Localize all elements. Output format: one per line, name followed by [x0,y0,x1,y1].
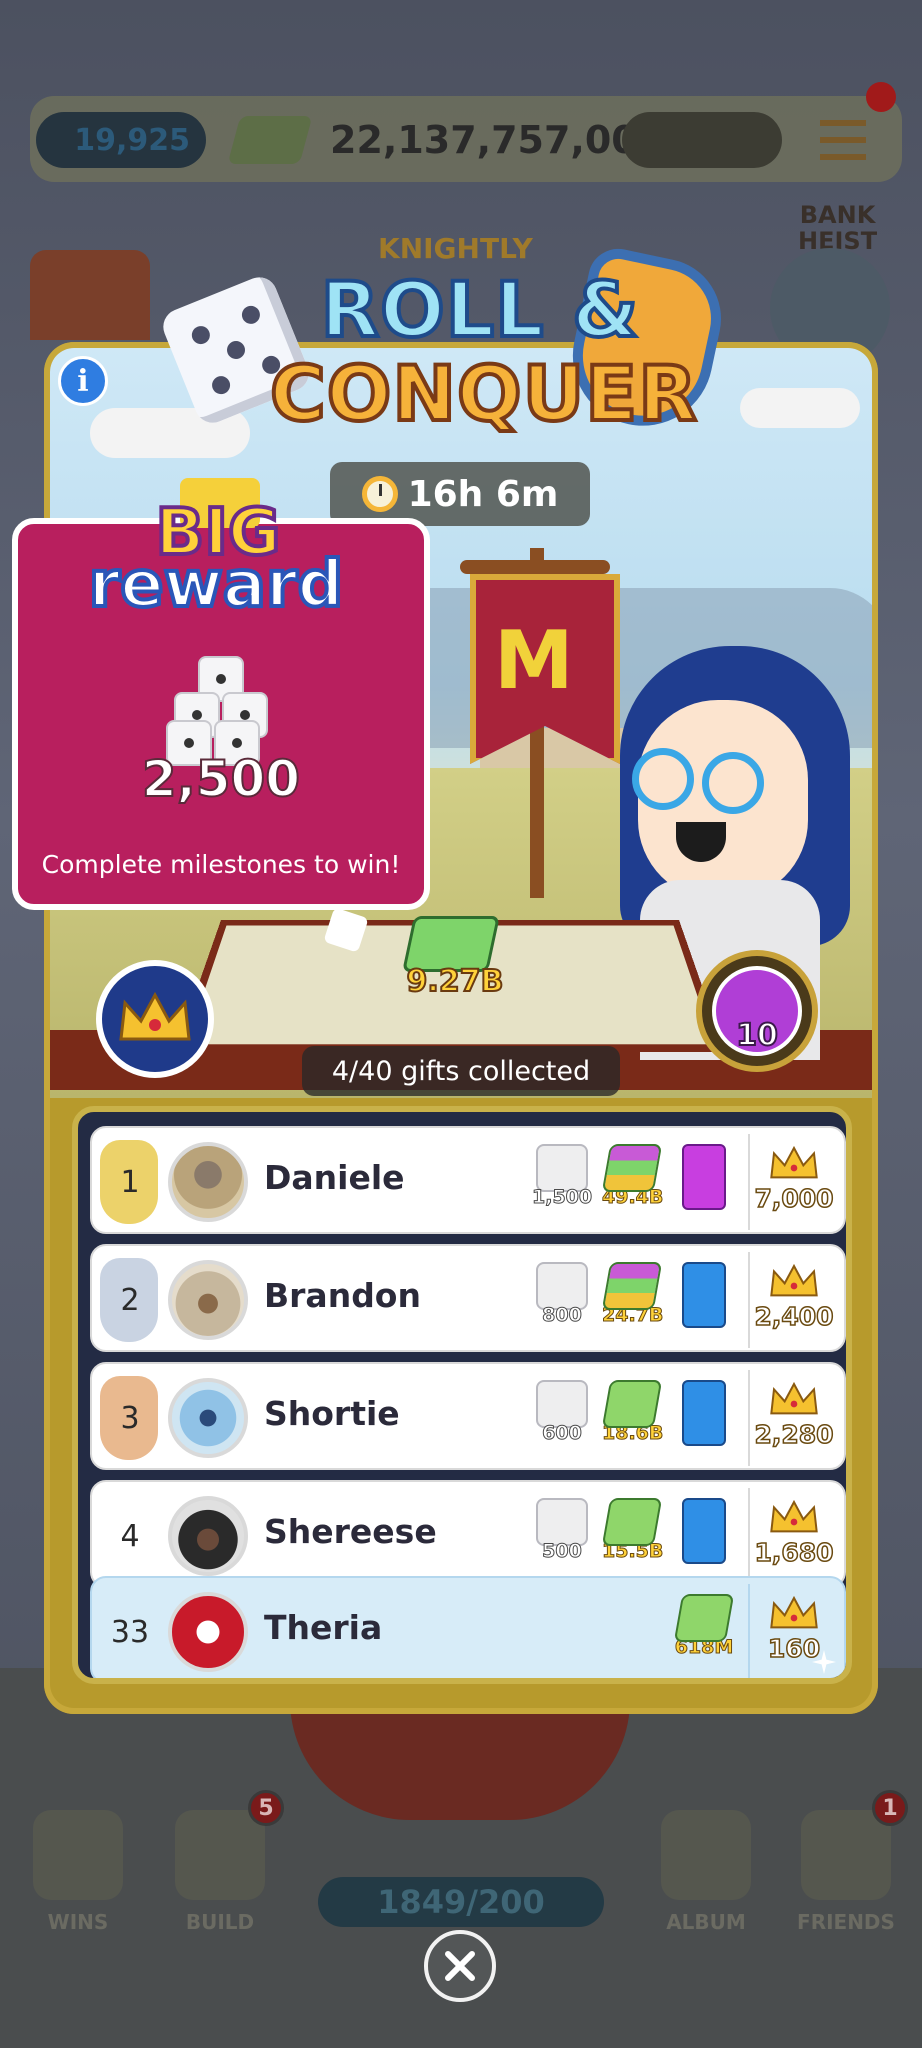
sticker-pack-icon [682,1498,726,1564]
menu-icon [820,120,866,160]
big-reward-amount: 2,500 [141,749,301,809]
table-cash-value: 9.27B [406,963,505,1000]
cash-prize: 24.7B [601,1262,664,1338]
player-name: Daniele [264,1158,405,1197]
cloud [740,388,860,428]
leaderboard[interactable]: 1 Daniele 1,500 49.4B 7,000 2 Brandon 80… [72,1106,852,1684]
avatar [168,1260,248,1340]
dice-prize: 1,500 [532,1144,593,1220]
cash-icon [227,116,313,164]
dice-counter: 19,925 [36,112,206,168]
crown-icon [770,1145,818,1179]
leaderboard-row-me[interactable]: 33 Theria 618M 160 [90,1576,846,1678]
event-title: ROLL & CONQUER [268,265,699,438]
nav-wins: WINS [8,1790,148,1934]
sticker-pack-prize [674,1498,734,1574]
sticker-pack-prize [674,1262,734,1338]
nav-album: ALBUM [636,1790,776,1934]
timer-icon [361,476,398,512]
sticker-pack-icon [682,1144,726,1210]
dice-icon [536,1380,588,1428]
glasses-left [632,748,694,810]
knightly-label: KNIGHTLY [378,232,533,265]
monopoly-m-icon: M [494,614,574,707]
shop-icon [30,250,150,340]
friends-badge: 1 [872,1790,908,1826]
crown-icon [770,1499,818,1533]
timer-text: 16h 6m [407,473,559,515]
build-icon [175,1810,265,1900]
rank: 1 [120,1164,140,1200]
crown-icon [770,1595,818,1629]
player-name: Brandon [264,1276,421,1315]
dice-prize: 600 [532,1380,592,1456]
sticker-pack-icon [682,1380,726,1446]
leaderboard-row[interactable]: 3 Shortie 600 18.6B 2,280 [90,1362,846,1470]
sticker-pack-prize [674,1380,734,1456]
sticker-pack-prize [674,1144,734,1220]
crown-score: 7,000 [748,1134,838,1230]
crown-score: 1,680 [748,1488,838,1584]
cash-balance: 22,137,757,000 [330,118,665,162]
cash-icon [673,1594,735,1642]
leaderboard-row[interactable]: 1 Daniele 1,500 49.4B 7,000 [90,1126,846,1234]
crown-icon [770,1381,818,1415]
cash-icon [601,1498,663,1546]
cash-prize: 49.4B [601,1144,664,1220]
player-name: Shereese [264,1512,437,1551]
dice-icon [536,1144,588,1192]
rank: 33 [110,1614,150,1650]
rank: 2 [120,1282,140,1318]
big-reward-badge: BIG reward [87,478,346,628]
sticker-count: 10 [735,1017,779,1054]
event-timer: 16h 6m [330,462,590,526]
info-icon[interactable]: i [58,356,108,406]
album-icon [661,1810,751,1900]
crown-score: 2,280 [748,1370,838,1466]
sticker-badge[interactable] [696,950,818,1072]
crown-badge[interactable] [96,960,214,1078]
dice-prize: 800 [532,1262,592,1338]
cash-icon [601,1380,663,1428]
leaderboard-row[interactable]: 2 Brandon 800 24.7B 2,400 [90,1244,846,1352]
rank: 4 [120,1518,140,1554]
bank-heist-label: BANK HEIST [798,201,878,255]
gifts-collected: 4/40 gifts collected [302,1046,620,1096]
glasses-right [702,752,764,814]
dice-icon [536,1262,588,1310]
close-icon [445,1951,475,1981]
big-reward-subtitle: reward [87,548,346,622]
crown-score: 2,400 [748,1252,838,1348]
avatar [168,1592,248,1672]
cash-icon [601,1262,663,1310]
cash-prize: 618M [673,1594,735,1670]
sticker-pack-icon [682,1262,726,1328]
title-line1: ROLL & [319,265,641,354]
notification-dot [866,82,896,112]
dice-prize: 500 [532,1498,592,1574]
player-name: Shortie [264,1394,400,1433]
big-reward-caption: Complete milestones to win! [41,850,401,879]
player-name: Theria [264,1608,383,1647]
board-progress: 1849/200 [318,1877,604,1927]
cash-prize: 18.6B [601,1380,664,1456]
avatar [168,1142,248,1222]
build-badge: 5 [248,1790,284,1826]
close-button[interactable] [424,1930,496,2002]
rank: 3 [120,1400,140,1436]
cash-icon [601,1144,663,1192]
leaderboard-row[interactable]: 4 Shereese 500 15.5B 1,680 [90,1480,846,1588]
avatar [168,1496,248,1576]
dice-icon [536,1498,588,1546]
banner-pole [460,560,610,574]
friends-icon [801,1810,891,1900]
title-line2: CONQUER [268,349,699,438]
cash-prize: 15.5B [601,1498,664,1574]
shields-indicator [622,112,782,168]
wins-icon [33,1810,123,1900]
crown-icon [119,991,191,1041]
avatar [168,1378,248,1458]
crown-icon [770,1263,818,1297]
